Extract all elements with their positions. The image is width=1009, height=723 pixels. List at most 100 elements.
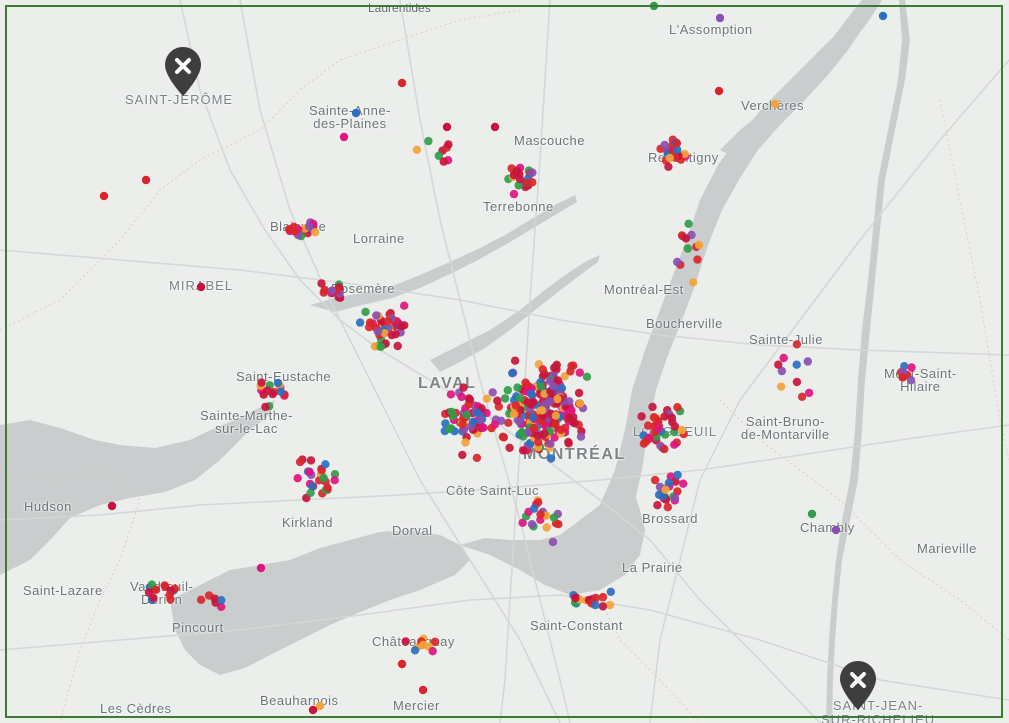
data-point-marker[interactable] — [804, 388, 814, 398]
data-point-marker[interactable] — [714, 86, 724, 96]
data-point-marker[interactable] — [661, 485, 670, 494]
saint-jerome-marker-pin[interactable] — [164, 46, 202, 98]
data-point-marker[interactable] — [542, 523, 551, 532]
data-point-marker[interactable] — [387, 330, 396, 340]
data-point-marker[interactable] — [598, 602, 608, 611]
data-point-marker[interactable] — [534, 438, 543, 447]
data-point-marker[interactable] — [517, 429, 526, 438]
data-point-marker[interactable] — [311, 228, 320, 237]
data-point-marker[interactable] — [196, 282, 206, 292]
data-point-marker[interactable] — [673, 403, 682, 412]
map-view[interactable]: Laurentides L'Assomption SAINT-JÉRÔME Sa… — [0, 0, 1009, 723]
data-point-marker[interactable] — [528, 413, 537, 422]
data-point-marker[interactable] — [694, 240, 704, 250]
data-point-marker[interactable] — [660, 444, 669, 454]
data-point-marker[interactable] — [490, 122, 500, 132]
data-point-marker[interactable] — [361, 307, 370, 317]
data-point-marker[interactable] — [516, 393, 525, 403]
data-point-marker[interactable] — [268, 389, 277, 399]
data-point-marker[interactable] — [668, 418, 677, 427]
data-point-marker[interactable] — [257, 378, 266, 387]
data-point-marker[interactable] — [660, 140, 669, 150]
data-point-marker[interactable] — [412, 145, 422, 154]
data-point-marker[interactable] — [510, 356, 520, 365]
data-point-marker[interactable] — [323, 483, 332, 492]
data-point-marker[interactable] — [401, 637, 410, 646]
data-point-marker[interactable] — [679, 479, 688, 488]
data-point-marker[interactable] — [141, 175, 151, 185]
data-point-marker[interactable] — [276, 387, 285, 396]
data-point-marker[interactable] — [564, 437, 573, 447]
data-point-marker[interactable] — [672, 139, 682, 148]
data-point-marker[interactable] — [500, 394, 510, 403]
data-point-marker[interactable] — [493, 396, 502, 405]
data-point-marker[interactable] — [546, 397, 555, 406]
data-point-marker[interactable] — [556, 425, 566, 434]
data-point-marker[interactable] — [575, 368, 584, 377]
data-point-marker[interactable] — [99, 191, 109, 201]
data-point-marker[interactable] — [462, 410, 471, 420]
data-point-marker[interactable] — [160, 581, 169, 590]
data-point-marker[interactable] — [305, 467, 314, 476]
data-point-marker[interactable] — [304, 222, 314, 231]
data-point-marker[interactable] — [261, 402, 270, 412]
data-point-marker[interactable] — [397, 78, 407, 88]
data-point-marker[interactable] — [457, 392, 466, 402]
data-point-marker[interactable] — [649, 413, 659, 422]
data-point-marker[interactable] — [536, 510, 545, 519]
data-point-marker[interactable] — [355, 318, 365, 327]
data-point-marker[interactable] — [569, 361, 578, 370]
data-point-marker[interactable] — [428, 647, 437, 656]
data-point-marker[interactable] — [551, 411, 560, 420]
data-point-marker[interactable] — [683, 244, 692, 253]
data-point-marker[interactable] — [393, 341, 402, 351]
data-point-marker[interactable] — [538, 365, 547, 374]
data-point-marker[interactable] — [330, 476, 339, 485]
data-point-marker[interactable] — [490, 420, 500, 429]
data-point-marker[interactable] — [538, 406, 547, 415]
data-point-marker[interactable] — [308, 482, 317, 491]
data-point-marker[interactable] — [527, 389, 536, 399]
data-point-marker[interactable] — [461, 438, 470, 447]
data-point-marker[interactable] — [663, 503, 672, 512]
data-point-marker[interactable] — [549, 382, 558, 391]
data-point-marker[interactable] — [259, 390, 268, 399]
data-point-marker[interactable] — [515, 417, 524, 426]
data-point-marker[interactable] — [439, 157, 448, 166]
data-point-marker[interactable] — [565, 397, 574, 406]
data-point-marker[interactable] — [649, 1, 659, 11]
data-point-marker[interactable] — [654, 424, 663, 433]
data-point-marker[interactable] — [464, 394, 474, 403]
data-point-marker[interactable] — [319, 473, 328, 483]
data-point-marker[interactable] — [319, 288, 328, 297]
data-point-marker[interactable] — [400, 301, 409, 310]
data-point-marker[interactable] — [774, 360, 783, 369]
data-point-marker[interactable] — [571, 593, 580, 603]
data-point-marker[interactable] — [522, 178, 531, 188]
data-point-marker[interactable] — [458, 450, 467, 460]
data-point-marker[interactable] — [673, 470, 682, 480]
data-point-marker[interactable] — [670, 440, 679, 449]
data-point-marker[interactable] — [308, 705, 318, 715]
data-point-marker[interactable] — [518, 446, 528, 455]
data-point-marker[interactable] — [321, 460, 330, 469]
data-point-marker[interactable] — [284, 225, 294, 234]
data-point-marker[interactable] — [641, 437, 651, 446]
data-point-marker[interactable] — [598, 592, 608, 602]
data-point-marker[interactable] — [511, 401, 521, 410]
data-point-marker[interactable] — [306, 456, 316, 465]
data-point-marker[interactable] — [527, 520, 537, 529]
data-point-marker[interactable] — [670, 493, 680, 503]
data-point-marker[interactable] — [681, 234, 691, 243]
data-point-marker[interactable] — [529, 423, 539, 433]
data-point-marker[interactable] — [459, 383, 468, 392]
data-point-marker[interactable] — [576, 432, 586, 441]
data-point-marker[interactable] — [567, 406, 576, 415]
data-point-marker[interactable] — [664, 162, 673, 171]
data-point-marker[interactable] — [196, 595, 206, 604]
data-point-marker[interactable] — [151, 585, 161, 594]
data-point-marker[interactable] — [637, 412, 646, 421]
data-point-marker[interactable] — [574, 388, 584, 398]
data-point-marker[interactable] — [447, 407, 456, 417]
data-point-marker[interactable] — [149, 593, 158, 602]
